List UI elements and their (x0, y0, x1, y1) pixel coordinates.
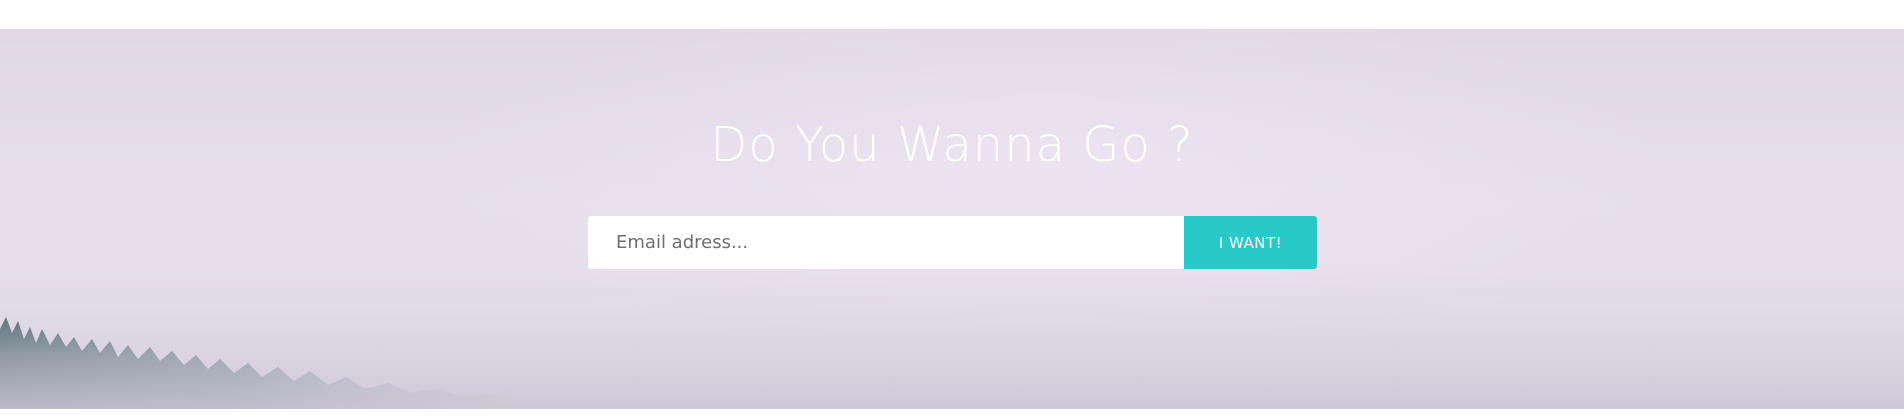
page: Do You Wanna Go ? I WANT! (0, 0, 1904, 416)
hero-title: Do You Wanna Go ? (710, 117, 1194, 173)
email-input[interactable] (588, 216, 1184, 269)
fog-overlay (0, 269, 1904, 409)
i-want-button[interactable]: I WANT! (1184, 216, 1317, 269)
newsletter-form: I WANT! (588, 216, 1317, 269)
newsletter-hero: Do You Wanna Go ? I WANT! (0, 29, 1904, 409)
